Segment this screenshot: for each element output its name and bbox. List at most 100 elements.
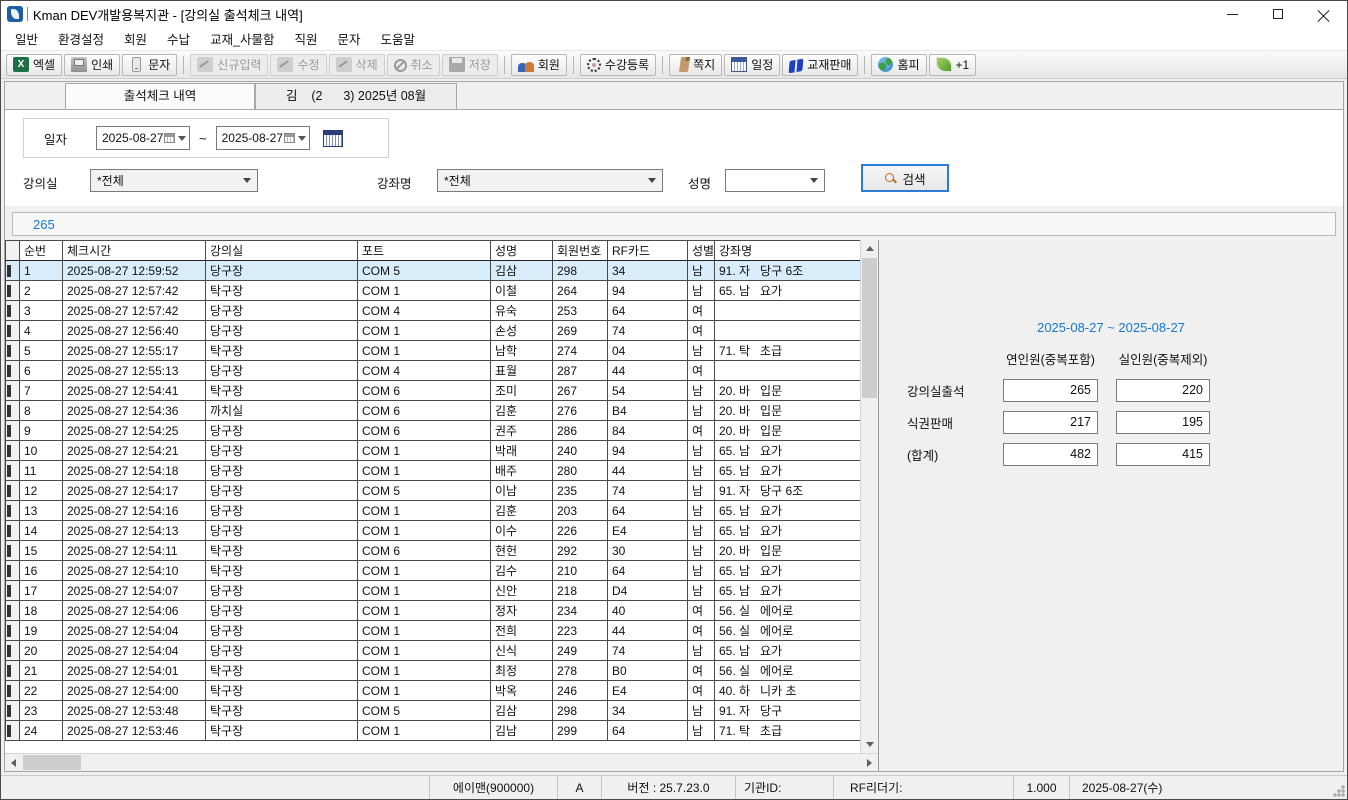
row-selector[interactable] — [6, 541, 20, 561]
table-row[interactable]: 232025-08-27 12:53:48탁구장COM 5김삼29834남91.… — [6, 701, 861, 721]
plus-one-button[interactable]: +1 — [929, 54, 977, 76]
row-selector[interactable] — [6, 261, 20, 281]
menu-item[interactable]: 환경설정 — [48, 26, 114, 51]
menu-item[interactable]: 직원 — [285, 26, 328, 51]
table-row[interactable]: 42025-08-27 12:56:40당구장COM 1손성26974여 — [6, 321, 861, 341]
row-selector[interactable] — [6, 481, 20, 501]
table-row[interactable]: 242025-08-27 12:53:46탁구장COM 1김남29964남71.… — [6, 721, 861, 741]
row-selector[interactable] — [6, 701, 20, 721]
calendar-picker-icon[interactable] — [323, 130, 343, 147]
table-row[interactable]: 102025-08-27 12:54:21당구장COM 1박래24094남65.… — [6, 441, 861, 461]
excel-button[interactable]: 엑셀 — [6, 54, 62, 76]
menu-item[interactable]: 교재_사물함 — [200, 26, 284, 51]
col-header-name[interactable]: 성명 — [491, 241, 553, 261]
table-row[interactable]: 112025-08-27 12:54:18당구장COM 1배주28044남65.… — [6, 461, 861, 481]
table-row[interactable]: 172025-08-27 12:54:07당구장COM 1신안218D4남65.… — [6, 581, 861, 601]
tab-2[interactable]: 김 (2 3) 2025년 08월 — [255, 83, 457, 109]
vertical-scroll-thumb[interactable] — [862, 258, 877, 398]
room-select[interactable]: *전체 — [90, 169, 258, 192]
maximize-button[interactable] — [1255, 1, 1301, 27]
col-header-port[interactable]: 포트 — [358, 241, 491, 261]
col-header-member-no[interactable]: 회원번호 — [553, 241, 608, 261]
menu-item[interactable]: 수납 — [157, 26, 200, 51]
col-header-rf-card[interactable]: RF카드 — [608, 241, 688, 261]
table-row[interactable]: 22025-08-27 12:57:42탁구장COM 1이철26494남65. … — [6, 281, 861, 301]
row-selector[interactable] — [6, 561, 20, 581]
table-row[interactable]: 32025-08-27 12:57:42당구장COM 4유숙25364여 — [6, 301, 861, 321]
chevron-down-icon[interactable] — [298, 136, 306, 141]
table-row[interactable]: 12025-08-27 12:59:52당구장COM 5김삼29834남91. … — [6, 261, 861, 281]
menu-item[interactable]: 문자 — [328, 26, 371, 51]
table-row[interactable]: 92025-08-27 12:54:25당구장COM 6권주28684여20. … — [6, 421, 861, 441]
menu-item[interactable]: 회원 — [114, 26, 157, 51]
col-header-selector[interactable] — [6, 241, 20, 261]
table-row[interactable]: 72025-08-27 12:54:41탁구장COM 6조미26754남20. … — [6, 381, 861, 401]
table-row[interactable]: 202025-08-27 12:54:04당구장COM 1신식24974남65.… — [6, 641, 861, 661]
row-selector[interactable] — [6, 441, 20, 461]
row-selector[interactable] — [6, 681, 20, 701]
search-button[interactable]: 검색 — [861, 164, 949, 192]
table-row[interactable]: 82025-08-27 12:54:36까치실COM 6김훈276B4남20. … — [6, 401, 861, 421]
menu-item[interactable]: 도움말 — [371, 26, 426, 51]
row-selector[interactable] — [6, 721, 20, 741]
note-button[interactable]: 쪽지 — [669, 54, 722, 76]
course-select[interactable]: *전체 — [437, 169, 663, 192]
row-selector[interactable] — [6, 281, 20, 301]
print-button[interactable]: 인쇄 — [64, 54, 120, 76]
horizontal-scroll-thumb[interactable] — [23, 755, 81, 770]
col-header-check-time[interactable]: 체크시간 — [63, 241, 206, 261]
table-row[interactable]: 182025-08-27 12:54:06당구장COM 1정자23440여56.… — [6, 601, 861, 621]
date-from-input[interactable]: 2025-08-27 — [96, 126, 190, 150]
scroll-left-button[interactable] — [5, 754, 22, 771]
resize-grip[interactable] — [1333, 785, 1345, 797]
schedule-button[interactable]: 일정 — [724, 54, 780, 76]
row-selector[interactable] — [6, 501, 20, 521]
textbook-sales-button[interactable]: 교재판매 — [782, 54, 858, 76]
row-selector[interactable] — [6, 321, 20, 341]
row-selector[interactable] — [6, 381, 20, 401]
table-row[interactable]: 132025-08-27 12:54:16당구장COM 1김훈20364남65.… — [6, 501, 861, 521]
table-row[interactable]: 122025-08-27 12:54:17당구장COM 5이남23574남91.… — [6, 481, 861, 501]
row-selector[interactable] — [6, 581, 20, 601]
row-selector[interactable] — [6, 621, 20, 641]
row-selector[interactable] — [6, 401, 20, 421]
menu-item[interactable]: 일반 — [5, 26, 48, 51]
table-row[interactable]: 162025-08-27 12:54:10탁구장COM 1김수21064남65.… — [6, 561, 861, 581]
table-row[interactable]: 62025-08-27 12:55:13당구장COM 4표월28744여 — [6, 361, 861, 381]
course-register-button[interactable]: 수강등록 — [580, 54, 656, 76]
row-selector[interactable] — [6, 521, 20, 541]
table-row[interactable]: 212025-08-27 12:54:01탁구장COM 1최정278B0여56.… — [6, 661, 861, 681]
scroll-up-button[interactable] — [861, 240, 878, 257]
scroll-down-button[interactable] — [861, 736, 878, 753]
row-selector[interactable] — [6, 601, 20, 621]
row-selector[interactable] — [6, 361, 20, 381]
table-row[interactable]: 52025-08-27 12:55:17탁구장COM 1남학27404남71. … — [6, 341, 861, 361]
sms-button[interactable]: 문자 — [122, 54, 177, 76]
homepage-button[interactable]: 홈피 — [871, 54, 926, 76]
date-to-input[interactable]: 2025-08-27 — [216, 126, 310, 150]
table-row[interactable]: 222025-08-27 12:54:00탁구장COM 1박옥246E4여40.… — [6, 681, 861, 701]
name-select[interactable] — [725, 169, 825, 192]
col-header-seq[interactable]: 순번 — [20, 241, 63, 261]
close-button[interactable] — [1301, 1, 1347, 27]
table-row[interactable]: 142025-08-27 12:54:13당구장COM 1이수226E4남65.… — [6, 521, 861, 541]
row-selector[interactable] — [6, 421, 20, 441]
horizontal-scrollbar[interactable] — [5, 753, 878, 771]
row-selector[interactable] — [6, 341, 20, 361]
minimize-button[interactable] — [1209, 1, 1255, 27]
col-header-room[interactable]: 강의실 — [206, 241, 358, 261]
row-selector[interactable] — [6, 461, 20, 481]
col-header-gender[interactable]: 성별 — [688, 241, 715, 261]
table-row[interactable]: 192025-08-27 12:54:04당구장COM 1전희22344여56.… — [6, 621, 861, 641]
tab-1[interactable]: 출석체크 내역 — [65, 83, 255, 109]
row-selector[interactable] — [6, 661, 20, 681]
vertical-scrollbar[interactable] — [860, 240, 878, 753]
col-header-course[interactable]: 강좌명 — [715, 241, 861, 261]
scroll-right-button[interactable] — [861, 754, 878, 771]
row-selector[interactable] — [6, 641, 20, 661]
row-selector[interactable] — [6, 301, 20, 321]
cell-room: 당구장 — [206, 461, 358, 481]
table-row[interactable]: 152025-08-27 12:54:11탁구장COM 6현헌29230남20.… — [6, 541, 861, 561]
chevron-down-icon[interactable] — [178, 136, 186, 141]
members-button[interactable]: 회원 — [511, 54, 567, 76]
